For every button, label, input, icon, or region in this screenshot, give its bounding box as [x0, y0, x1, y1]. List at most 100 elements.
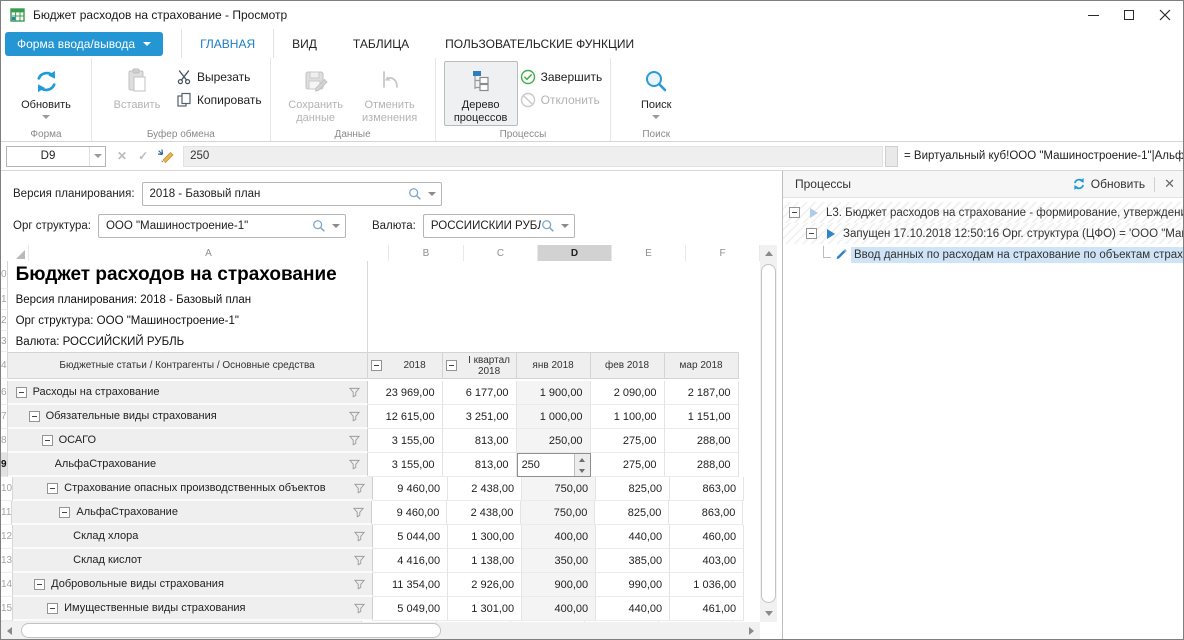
value-cell[interactable]: 1 301,00 [448, 597, 522, 621]
reject-button[interactable]: Отклонить [520, 92, 603, 108]
value-cell[interactable]: 461,00 [670, 597, 744, 621]
filter-funnel-icon[interactable] [354, 555, 365, 569]
collapse-minus-icon[interactable] [789, 207, 800, 218]
filter-funnel-icon[interactable] [349, 435, 360, 449]
column-header-B[interactable]: B [389, 245, 464, 261]
row-number[interactable]: 15 [1, 597, 13, 621]
value-cell[interactable]: 750,00 [521, 501, 595, 525]
budget-item-cell[interactable]: Расходы на страхование [8, 381, 368, 405]
collapse-minus-icon[interactable] [47, 603, 58, 614]
value-cell[interactable]: 863,00 [670, 477, 744, 501]
empty-cell[interactable] [443, 331, 517, 352]
info-cell[interactable]: Валюта: РОССИЙСКИЙ РУБЛЬ [8, 331, 368, 352]
budget-item-cell[interactable]: Склад хлора [13, 525, 373, 549]
value-cell[interactable]: 275,00 [591, 453, 665, 477]
value-cell[interactable]: 863,00 [669, 501, 743, 525]
lookup-search-icon[interactable] [541, 219, 555, 233]
budget-item-cell[interactable]: Обязательные виды страхования [8, 405, 368, 429]
column-header-F[interactable]: F [686, 245, 760, 261]
value-cell[interactable]: 9 460,00 [373, 477, 448, 501]
spinner-up-icon[interactable] [575, 454, 590, 465]
edit-formula-icon[interactable] [157, 148, 174, 165]
budget-item-cell[interactable]: Страхование опасных производственных объ… [13, 477, 373, 501]
period-header-cell[interactable]: 2018 [368, 352, 443, 379]
row-number[interactable]: 11 [1, 501, 12, 525]
value-cell[interactable]: 6 177,00 [443, 381, 517, 405]
value-cell[interactable]: 1 138,00 [448, 549, 522, 573]
process-tree-item[interactable]: Запущен 17.10.2018 12:50:16 Орг. структу… [783, 223, 1183, 244]
finish-button[interactable]: Завершить [520, 69, 603, 85]
value-cell[interactable]: 3 155,00 [368, 453, 443, 477]
lookup-search-icon[interactable] [312, 219, 326, 233]
header-label-cell[interactable]: Бюджетные статьи / Контрагенты / Основны… [8, 352, 368, 379]
paste-button[interactable]: Вставить [100, 61, 174, 113]
formula-input[interactable]: 250 [183, 146, 883, 167]
value-cell[interactable]: 2 187,00 [665, 381, 739, 405]
collapse-minus-icon[interactable] [47, 483, 58, 494]
filter-funnel-icon[interactable] [349, 459, 360, 473]
empty-cell[interactable] [591, 289, 665, 310]
select-all-corner[interactable] [1, 245, 29, 261]
period-header-cell[interactable]: фев 2018 [591, 352, 665, 379]
empty-cell[interactable] [591, 331, 665, 352]
org-field[interactable]: ООО "Машиностроение-1" [98, 214, 346, 238]
spinner-down-icon[interactable] [575, 465, 590, 476]
editing-cell-d9[interactable]: 250 [517, 453, 591, 477]
horizontal-scrollbar[interactable] [1, 622, 760, 639]
value-cell[interactable]: 990,00 [596, 573, 670, 597]
period-header-cell[interactable]: I квартал 2018 [443, 352, 517, 379]
budget-item-cell[interactable]: Добровольные виды страхования [13, 573, 373, 597]
chevron-down-icon[interactable] [428, 192, 436, 196]
panel-close-icon[interactable]: ✕ [1164, 176, 1175, 192]
value-cell[interactable]: 23 969,00 [368, 381, 443, 405]
name-box-dropdown[interactable] [89, 147, 105, 166]
value-cell[interactable]: 11 354,00 [373, 573, 448, 597]
value-cell[interactable]: 9 460,00 [372, 501, 447, 525]
value-cell[interactable]: 400,00 [522, 525, 596, 549]
filter-funnel-icon[interactable] [353, 507, 364, 521]
currency-field[interactable]: РОССИЙСКИЙ РУБЛЬ [423, 214, 575, 238]
filter-funnel-icon[interactable] [354, 579, 365, 593]
empty-cell[interactable] [517, 261, 591, 289]
value-cell[interactable]: 400,00 [522, 597, 596, 621]
version-field[interactable]: 2018 - Базовый план [142, 182, 442, 206]
value-cell[interactable]: 2 926,00 [448, 573, 522, 597]
empty-cell[interactable] [368, 331, 443, 352]
column-header-A[interactable]: A [29, 245, 389, 261]
budget-item-cell[interactable]: АльфаСтрахование [12, 501, 372, 525]
empty-cell[interactable] [517, 289, 591, 310]
value-cell[interactable]: 385,00 [596, 549, 670, 573]
value-cell[interactable]: 460,00 [670, 525, 744, 549]
value-cell[interactable]: 5 049,00 [373, 597, 448, 621]
value-cell[interactable]: 1 000,00 [517, 405, 591, 429]
empty-cell[interactable] [591, 310, 665, 331]
value-cell[interactable]: 350,00 [522, 549, 596, 573]
empty-cell[interactable] [368, 261, 443, 289]
value-cell[interactable]: 1 300,00 [448, 525, 522, 549]
budget-item-cell[interactable]: ОСАГО [8, 429, 368, 453]
cancel-entry-icon[interactable]: ✕ [117, 149, 127, 163]
info-cell[interactable]: Орг структура: ООО "Машиностроение-1" [8, 310, 368, 331]
value-cell[interactable]: 5 044,00 [373, 525, 448, 549]
row-number[interactable]: 13 [1, 549, 13, 573]
empty-cell[interactable] [443, 289, 517, 310]
empty-cell[interactable] [665, 261, 739, 289]
value-cell[interactable]: 1 100,00 [591, 405, 665, 429]
save-data-button[interactable]: Сохранить данные [279, 61, 353, 126]
period-header-cell[interactable]: янв 2018 [517, 352, 591, 379]
value-cell[interactable]: 12 615,00 [368, 405, 443, 429]
empty-cell[interactable] [517, 310, 591, 331]
empty-cell[interactable] [368, 310, 443, 331]
filter-funnel-icon[interactable] [354, 483, 365, 497]
period-header-cell[interactable]: мар 2018 [665, 352, 739, 379]
value-cell[interactable]: 2 438,00 [447, 501, 521, 525]
undo-changes-button[interactable]: Отменить изменения [353, 61, 427, 126]
empty-cell[interactable] [517, 331, 591, 352]
scroll-down-button[interactable] [760, 605, 777, 622]
collapse-minus-icon[interactable] [34, 579, 45, 590]
value-cell[interactable]: 440,00 [596, 597, 670, 621]
cell-name-box[interactable]: D9 [6, 146, 106, 167]
tab-view[interactable]: ВИД [274, 29, 335, 58]
value-cell[interactable]: 403,00 [670, 549, 744, 573]
row-number[interactable]: 12 [1, 525, 13, 549]
